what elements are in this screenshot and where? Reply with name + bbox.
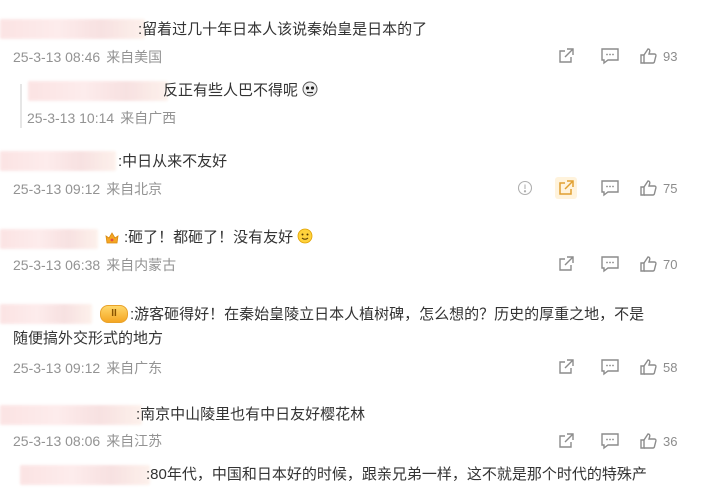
comment-text: :80年代，中国和日本好的时候，跟亲兄弟一样，这不就是那个时代的特殊产 bbox=[146, 466, 647, 483]
like-icon bbox=[640, 180, 657, 196]
reply-icon bbox=[601, 359, 619, 376]
comment-date: 25-3-13 09:12 bbox=[13, 360, 101, 376]
comment-text: 反正有些人巴不得呢 bbox=[163, 78, 318, 103]
comment-4: :砸了！都砸了！没有友好 25-3-13 06:38 来自内蒙古 70 bbox=[0, 207, 701, 285]
reply-button[interactable] bbox=[599, 177, 621, 199]
share-icon bbox=[559, 256, 574, 271]
comment-location: 来自广东 bbox=[106, 360, 163, 376]
comment-actions: 36 bbox=[555, 430, 681, 452]
comment-text: :中日从来不友好 bbox=[118, 153, 228, 170]
comment-actions: 93 bbox=[555, 45, 681, 67]
comment-actions: 75 bbox=[517, 177, 681, 199]
comment-location: 来自美国 bbox=[106, 49, 163, 65]
username-blurred[interactable] bbox=[28, 81, 168, 101]
reply-button[interactable] bbox=[599, 45, 621, 67]
username-blurred[interactable] bbox=[0, 229, 98, 249]
reply-icon bbox=[601, 433, 619, 450]
like-count: 70 bbox=[663, 256, 678, 272]
reply-button[interactable] bbox=[599, 253, 621, 275]
like-count: 58 bbox=[663, 359, 678, 375]
user-level-badge: II bbox=[100, 305, 128, 323]
reply-indent-bar bbox=[20, 84, 22, 128]
comment-7: :80年代，中国和日本好的时候，跟亲兄弟一样，这不就是那个时代的特殊产 bbox=[0, 457, 701, 489]
like-button[interactable]: 36 bbox=[639, 430, 681, 452]
comment-meta: 25-3-13 09:12 来自北京 bbox=[13, 179, 162, 199]
share-button[interactable] bbox=[555, 177, 577, 199]
share-icon bbox=[559, 180, 574, 195]
comment-text: :南京中山陵里也有中日友好樱花林 bbox=[136, 406, 366, 423]
comment-date: 25-3-13 08:46 bbox=[13, 49, 101, 65]
comment-text-content: 反正有些人巴不得呢 bbox=[163, 82, 299, 99]
comment-location: 来自江苏 bbox=[106, 433, 163, 449]
like-button[interactable]: 93 bbox=[639, 45, 681, 67]
comment-meta: 25-3-13 10:14 来自广西 bbox=[27, 108, 176, 128]
comment-date: 25-3-13 06:38 bbox=[13, 257, 101, 273]
share-button[interactable] bbox=[555, 253, 577, 275]
share-icon bbox=[559, 359, 574, 374]
emoji-icon bbox=[302, 81, 318, 97]
like-count: 75 bbox=[663, 180, 678, 196]
comment-meta: 25-3-13 08:46 来自美国 bbox=[13, 47, 162, 67]
username-blurred[interactable] bbox=[0, 405, 142, 425]
comment-date: 25-3-13 08:06 bbox=[13, 433, 101, 449]
share-button[interactable] bbox=[555, 430, 577, 452]
username-blurred[interactable] bbox=[20, 465, 150, 485]
username-blurred[interactable] bbox=[0, 19, 145, 39]
comment-meta: 25-3-13 09:12 来自广东 bbox=[13, 358, 162, 378]
like-count: 93 bbox=[663, 48, 678, 64]
reply-icon bbox=[601, 256, 619, 273]
comment-5: II :游客砸得好！在秦始皇陵立日本人植树碑，怎么想的？历史的厚重之地，不是 随… bbox=[0, 285, 701, 385]
username-blurred[interactable] bbox=[0, 304, 92, 324]
share-icon bbox=[559, 48, 574, 63]
comment-actions: 58 bbox=[555, 356, 681, 378]
like-button[interactable]: 58 bbox=[639, 356, 681, 378]
comment-actions: 70 bbox=[555, 253, 681, 275]
comment-meta: 25-3-13 08:06 来自江苏 bbox=[13, 431, 162, 451]
comment-location: 来自广西 bbox=[120, 110, 177, 126]
comment-date: 25-3-13 09:12 bbox=[13, 181, 101, 197]
like-icon bbox=[640, 256, 657, 272]
medal-icon bbox=[105, 232, 119, 244]
like-count: 36 bbox=[663, 433, 678, 449]
share-button[interactable] bbox=[555, 45, 577, 67]
comment-meta: 25-3-13 06:38 来自内蒙古 bbox=[13, 255, 176, 275]
like-button[interactable]: 70 bbox=[639, 253, 681, 275]
reply-icon bbox=[601, 180, 619, 197]
like-icon bbox=[640, 48, 657, 64]
reply-button[interactable] bbox=[599, 430, 621, 452]
comment-text-line2: 随便搞外交形式的地方 bbox=[13, 330, 164, 347]
comment-3: :中日从来不友好 25-3-13 09:12 来自北京 75 bbox=[0, 132, 701, 207]
like-icon bbox=[640, 359, 657, 375]
comment-2-reply: 反正有些人巴不得呢 25-3-13 10:14 来自广西 bbox=[0, 70, 701, 132]
comment-text-content: :砸了！都砸了！没有友好 bbox=[124, 229, 294, 246]
comment-location: 来自内蒙古 bbox=[106, 257, 177, 273]
report-icon[interactable] bbox=[517, 180, 533, 196]
like-button[interactable]: 75 bbox=[639, 177, 681, 199]
emoji-icon bbox=[297, 228, 313, 244]
comment-6: :南京中山陵里也有中日友好樱花林 25-3-13 08:06 来自江苏 36 bbox=[0, 385, 701, 457]
comment-text-line1: :游客砸得好！在秦始皇陵立日本人植树碑，怎么想的？历史的厚重之地，不是 bbox=[130, 306, 645, 323]
comment-1: :留着过几十年日本人该说秦始皇是日本的了 25-3-13 08:46 来自美国 9… bbox=[0, 0, 701, 70]
username-blurred[interactable] bbox=[0, 151, 116, 171]
share-icon bbox=[559, 433, 574, 448]
share-button[interactable] bbox=[555, 356, 577, 378]
comment-location: 来自北京 bbox=[106, 181, 163, 197]
comment-text: :留着过几十年日本人该说秦始皇是日本的了 bbox=[138, 21, 428, 38]
reply-icon bbox=[601, 48, 619, 65]
comment-date: 25-3-13 10:14 bbox=[27, 110, 115, 126]
like-icon bbox=[640, 433, 657, 449]
reply-button[interactable] bbox=[599, 356, 621, 378]
comment-text: :砸了！都砸了！没有友好 bbox=[124, 225, 313, 250]
